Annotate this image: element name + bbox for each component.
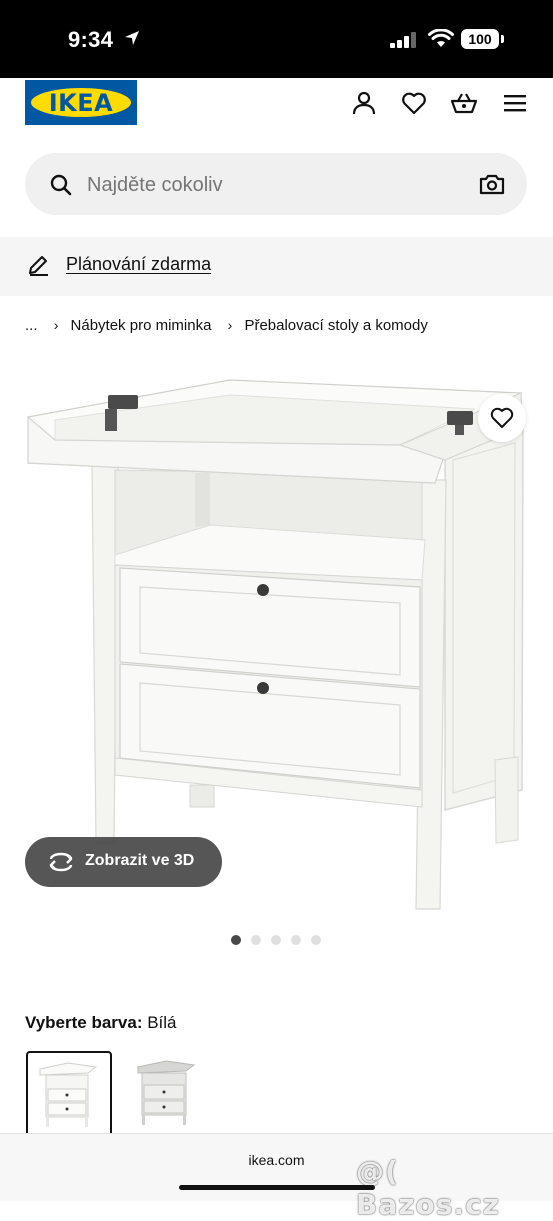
camera-icon[interactable] — [479, 172, 505, 196]
swatch-thumbnail-grey — [137, 1060, 196, 1125]
breadcrumb-item[interactable]: Přebalovací stoly a komody — [244, 317, 427, 334]
rotate-3d-icon — [49, 852, 73, 872]
carousel-dot[interactable] — [271, 935, 281, 945]
search-icon — [50, 174, 72, 196]
battery-nub — [501, 35, 504, 43]
browser-bottom-bar: ikea.com @( Bazos.cz — [0, 1133, 553, 1221]
view-3d-button[interactable]: Zobrazit ve 3D — [25, 837, 222, 887]
heart-icon[interactable] — [401, 90, 427, 116]
color-swatch-white[interactable] — [26, 1051, 112, 1137]
pencil-icon — [29, 256, 48, 276]
basket-icon[interactable] — [451, 90, 477, 116]
planning-banner[interactable]: Plánování zdarma — [0, 237, 553, 296]
bazos-watermark: @( Bazos.cz — [356, 1155, 500, 1221]
status-time: 9:34 — [68, 27, 114, 52]
swatch-thumbnail-white — [39, 1062, 98, 1127]
chevron-right-icon: › — [227, 317, 233, 334]
user-icon[interactable] — [351, 90, 377, 116]
logo-text: IKEA — [48, 89, 114, 117]
battery-indicator: 100 — [461, 29, 499, 49]
wifi-icon — [428, 29, 454, 47]
color-selected-value: Bílá — [147, 1013, 177, 1032]
color-swatch-grey[interactable] — [128, 1051, 214, 1137]
search-input[interactable] — [85, 173, 449, 198]
search-bar[interactable] — [25, 153, 527, 215]
ikea-logo[interactable]: IKEA — [25, 80, 137, 125]
site-header: IKEA — [0, 78, 553, 138]
favorite-button[interactable] — [478, 394, 526, 442]
location-arrow-icon — [125, 31, 139, 45]
breadcrumb-item[interactable]: Nábytek pro miminka — [71, 317, 212, 334]
home-indicator[interactable] — [179, 1185, 375, 1190]
breadcrumb: ... › Nábytek pro miminka › Přebalovací … — [25, 316, 428, 334]
color-selector-label: Vyberte barva: Bílá — [25, 1013, 177, 1033]
chevron-right-icon: › — [53, 317, 59, 334]
color-prompt: Vyberte barva: — [25, 1013, 143, 1032]
changing-table-illustration — [27, 379, 524, 910]
carousel-dot-active[interactable] — [231, 935, 241, 945]
signal-icon — [390, 32, 416, 48]
breadcrumb-ellipsis[interactable]: ... — [25, 317, 38, 334]
menu-icon[interactable] — [502, 90, 528, 116]
status-bar: 9:34 100 — [0, 0, 553, 78]
planning-link[interactable]: Plánování zdarma — [66, 254, 211, 275]
carousel-dot[interactable] — [291, 935, 301, 945]
carousel-dot[interactable] — [251, 935, 261, 945]
carousel-dot[interactable] — [311, 935, 321, 945]
view-3d-label: Zobrazit ve 3D — [85, 852, 195, 869]
heart-icon — [490, 407, 514, 428]
